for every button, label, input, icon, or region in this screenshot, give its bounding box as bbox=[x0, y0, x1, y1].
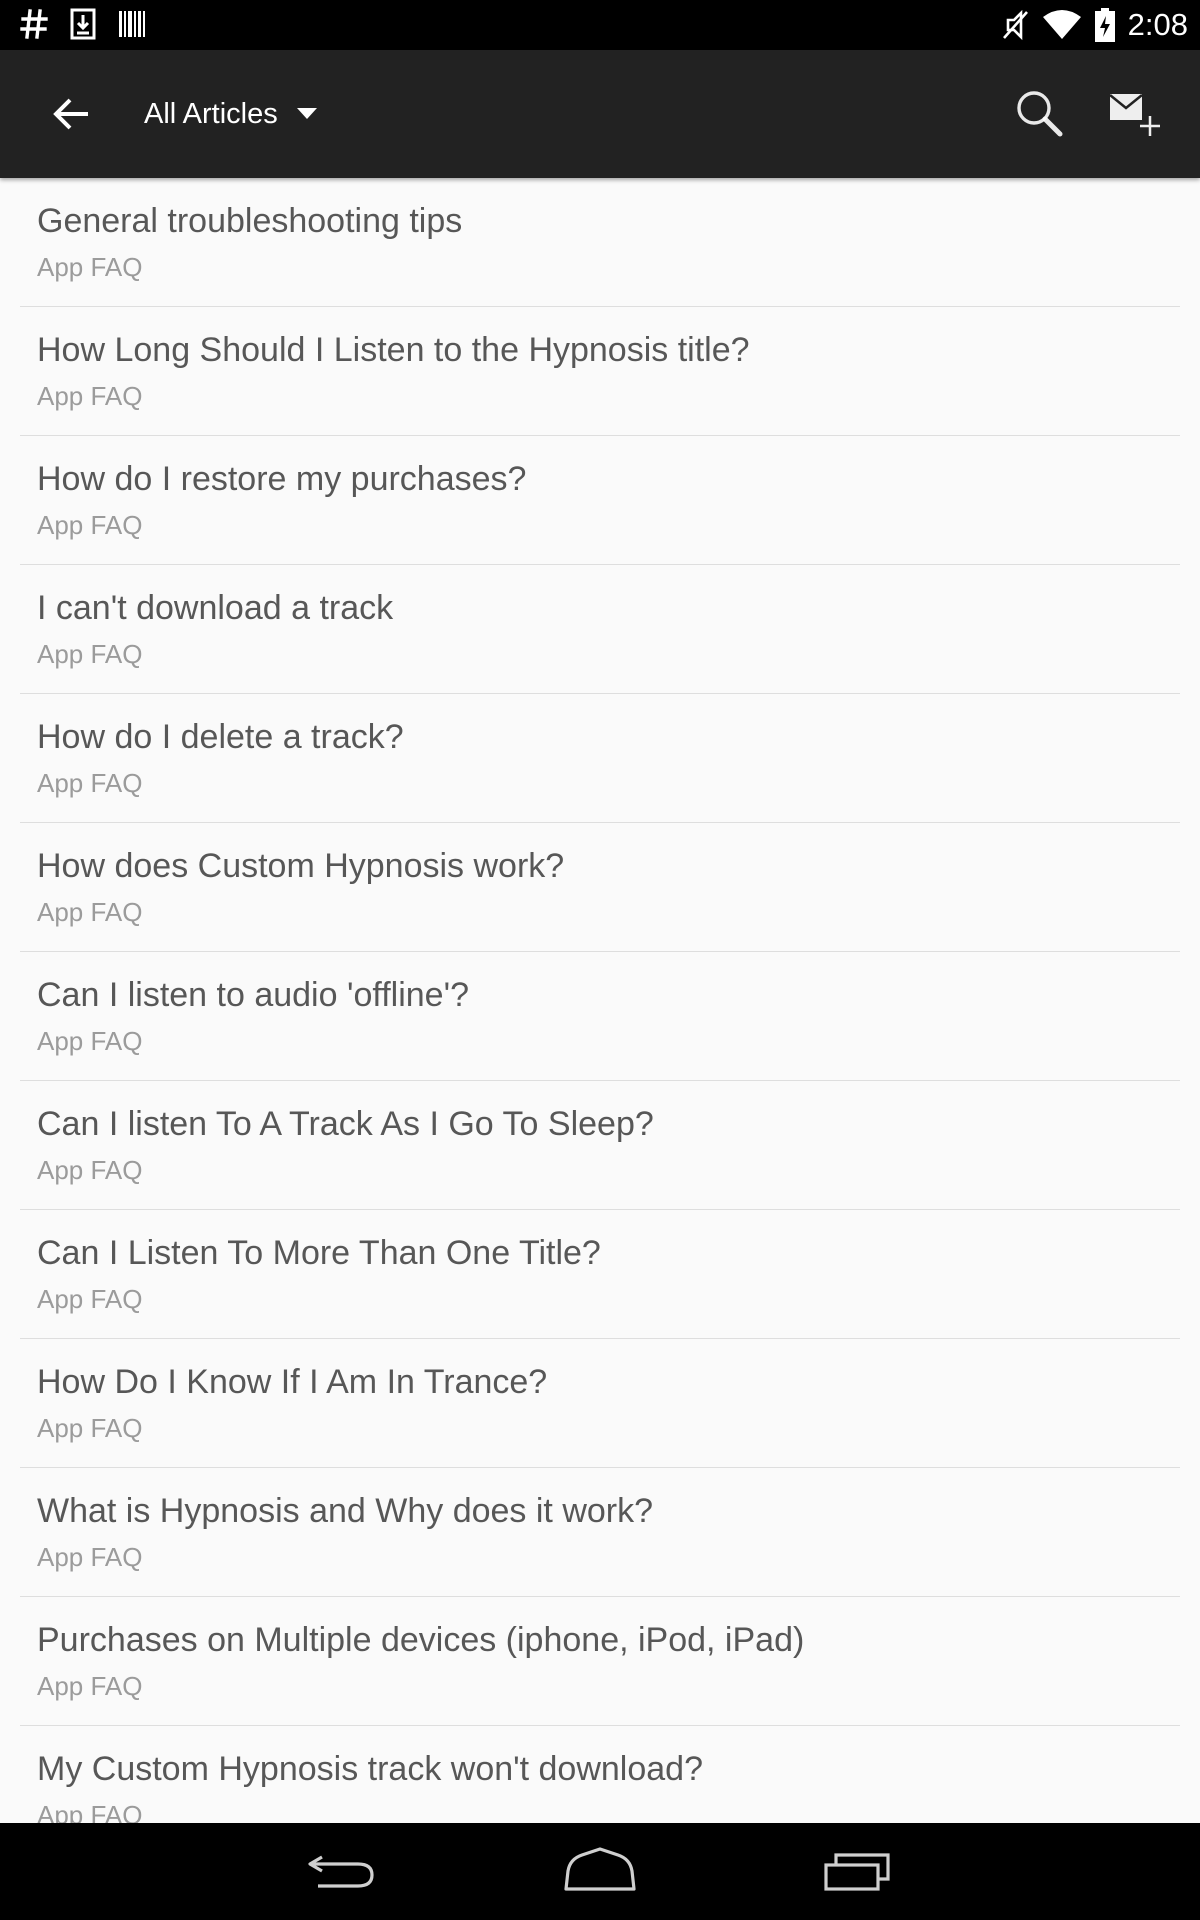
article-title: Can I listen to audio 'offline'? bbox=[37, 976, 469, 1014]
article-title: Purchases on Multiple devices (iphone, i… bbox=[37, 1621, 805, 1659]
article-category: App FAQ bbox=[37, 381, 143, 411]
article-title: My Custom Hypnosis track won't download? bbox=[37, 1750, 703, 1788]
article-title: How Long Should I Listen to the Hypnosis… bbox=[37, 331, 750, 369]
wifi-icon bbox=[1042, 10, 1081, 39]
article-title: How do I delete a track? bbox=[37, 718, 404, 756]
list-item[interactable]: How do I restore my purchases? App FAQ bbox=[20, 436, 1180, 565]
article-category: App FAQ bbox=[37, 1026, 143, 1056]
nav-back-button[interactable] bbox=[306, 1845, 378, 1900]
screen: 2:08 All Articles General troubleshootin… bbox=[0, 0, 1200, 1920]
nav-recents-icon bbox=[824, 1853, 890, 1891]
article-category: App FAQ bbox=[37, 1284, 143, 1314]
download-icon bbox=[70, 8, 96, 40]
dropdown-triangle-icon bbox=[296, 108, 317, 119]
status-bar-left bbox=[20, 8, 146, 40]
list-item[interactable]: Can I listen to audio 'offline'? App FAQ bbox=[20, 952, 1180, 1081]
article-title: I can't download a track bbox=[37, 589, 394, 627]
action-bar-title: All Articles bbox=[144, 97, 278, 130]
article-category: App FAQ bbox=[37, 1542, 143, 1572]
list-item[interactable]: Can I listen To A Track As I Go To Sleep… bbox=[20, 1081, 1180, 1210]
search-button[interactable] bbox=[1012, 86, 1068, 142]
barcode-icon bbox=[119, 11, 145, 37]
article-list[interactable]: General troubleshooting tips App FAQ How… bbox=[0, 178, 1200, 1823]
nav-back-icon bbox=[308, 1855, 374, 1888]
hash-icon bbox=[20, 9, 48, 39]
compose-mail-icon bbox=[1109, 94, 1160, 136]
article-category: App FAQ bbox=[37, 1671, 143, 1701]
search-icon bbox=[1017, 91, 1063, 137]
list-item[interactable]: What is Hypnosis and Why does it work? A… bbox=[20, 1468, 1180, 1597]
back-button[interactable] bbox=[44, 88, 100, 140]
navigation-bar bbox=[0, 1823, 1200, 1920]
list-item[interactable]: I can't download a track App FAQ bbox=[20, 565, 1180, 694]
list-item[interactable]: Can I Listen To More Than One Title? App… bbox=[20, 1210, 1180, 1339]
article-category: App FAQ bbox=[37, 639, 143, 669]
status-time: 2:08 bbox=[1127, 7, 1188, 42]
list-item[interactable]: Purchases on Multiple devices (iphone, i… bbox=[20, 1597, 1180, 1726]
article-category: App FAQ bbox=[37, 1800, 143, 1823]
article-title: How do I restore my purchases? bbox=[37, 460, 527, 498]
nav-home-icon bbox=[564, 1847, 636, 1891]
article-title: General troubleshooting tips bbox=[37, 202, 463, 240]
list-item[interactable]: General troubleshooting tips App FAQ bbox=[20, 178, 1180, 307]
article-category: App FAQ bbox=[37, 768, 143, 798]
list-item[interactable]: How Long Should I Listen to the Hypnosis… bbox=[20, 307, 1180, 436]
article-category: App FAQ bbox=[37, 897, 143, 927]
article-title: Can I listen To A Track As I Go To Sleep… bbox=[37, 1105, 654, 1143]
battery-charging-icon bbox=[1094, 8, 1115, 42]
articles-filter-dropdown[interactable]: All Articles bbox=[144, 88, 318, 140]
article-title: What is Hypnosis and Why does it work? bbox=[37, 1492, 654, 1530]
article-category: App FAQ bbox=[37, 252, 143, 282]
status-bar-right: 2:08 bbox=[1000, 4, 1188, 46]
list-item[interactable]: How Do I Know If I Am In Trance? App FAQ bbox=[20, 1339, 1180, 1468]
article-title: How does Custom Hypnosis work? bbox=[37, 847, 565, 885]
article-title: Can I Listen To More Than One Title? bbox=[37, 1234, 601, 1272]
nav-recents-button[interactable] bbox=[822, 1845, 894, 1900]
status-bar: 2:08 bbox=[0, 0, 1200, 50]
list-item[interactable]: How does Custom Hypnosis work? App FAQ bbox=[20, 823, 1180, 952]
list-item[interactable]: My Custom Hypnosis track won't download?… bbox=[20, 1726, 1180, 1823]
mute-icon bbox=[1002, 9, 1028, 41]
article-title: How Do I Know If I Am In Trance? bbox=[37, 1363, 548, 1401]
list-item[interactable]: How do I delete a track? App FAQ bbox=[20, 694, 1180, 823]
article-category: App FAQ bbox=[37, 1413, 143, 1443]
compose-message-button[interactable] bbox=[1106, 88, 1166, 144]
article-category: App FAQ bbox=[37, 1155, 143, 1185]
action-bar: All Articles bbox=[0, 50, 1200, 178]
back-arrow-icon bbox=[53, 98, 88, 130]
article-category: App FAQ bbox=[37, 510, 143, 540]
nav-home-button[interactable] bbox=[562, 1845, 638, 1900]
